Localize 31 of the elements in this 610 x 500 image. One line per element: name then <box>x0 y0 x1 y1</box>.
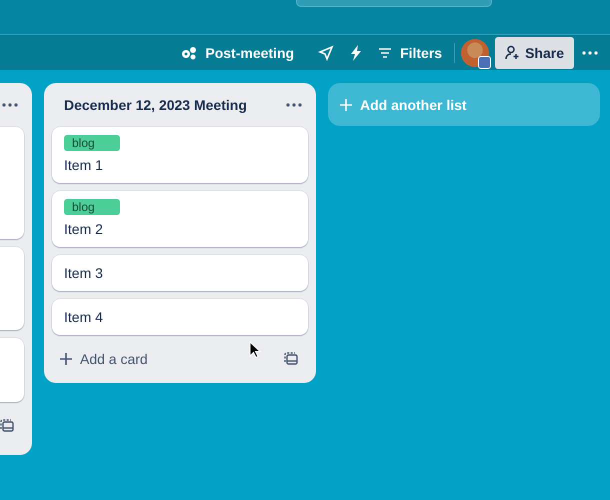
card[interactable]: blog Item 2 <box>52 191 308 247</box>
card-label: blog <box>64 199 120 215</box>
card[interactable]: Item 3 <box>52 255 308 291</box>
share-button[interactable]: Share <box>495 36 574 68</box>
more-icon <box>582 50 598 54</box>
automation-button[interactable]: Post-meeting <box>173 38 302 66</box>
card-label: blog <box>64 135 120 151</box>
more-button[interactable] <box>580 48 600 56</box>
list-title: December 12, 2023 Meeting <box>64 97 247 113</box>
plus-icon <box>60 353 72 365</box>
card[interactable]: Item 4 <box>52 299 308 335</box>
card[interactable]: blog Item 1 <box>52 127 308 183</box>
add-person-icon <box>505 45 520 60</box>
card-title: Item 2 <box>64 220 104 239</box>
add-card-button[interactable]: Add a card <box>60 351 148 367</box>
template-icon <box>284 352 298 366</box>
more-button[interactable] <box>284 101 304 109</box>
more-icon <box>286 103 302 107</box>
filter-icon <box>378 48 392 58</box>
plus-icon <box>340 98 352 110</box>
cursor-icon <box>249 341 261 359</box>
admin-badge-icon <box>478 56 492 68</box>
avatar[interactable] <box>461 38 490 66</box>
more-icon <box>2 103 18 107</box>
lightning-icon <box>350 44 362 60</box>
more-button[interactable] <box>0 101 20 109</box>
card-title: Item 1 <box>64 156 104 175</box>
card-title: Item 4 <box>64 308 104 327</box>
card-title: Item 3 <box>64 264 104 283</box>
template-icon <box>0 419 14 433</box>
filters-button[interactable]: Filters <box>370 38 450 66</box>
